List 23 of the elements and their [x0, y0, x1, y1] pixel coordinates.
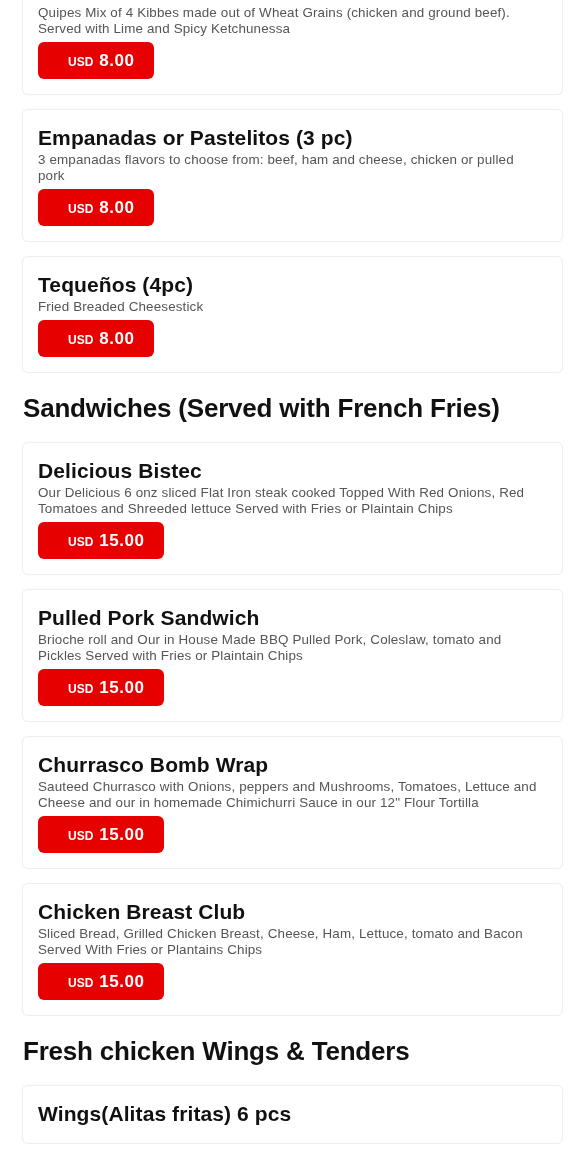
item-title: Empanadas or Pastelitos (3 pc)	[38, 125, 354, 151]
price-button[interactable]: USD 15.00	[38, 522, 165, 559]
item-description: Fried Breaded Cheesestick	[38, 299, 205, 315]
item-title: Pulled Pork Sandwich	[38, 605, 261, 631]
price-button[interactable]: USD 8.00	[38, 320, 155, 357]
item-description: Brioche roll and Our in House Made BBQ Pulled Pork, Coleslaw, tomato and Pickles Served with Fries or Plaintain Chips	[38, 632, 503, 664]
item-description: 3 empanadas flavors to choose from: beef, ham and cheese, chicken or pulled pork	[38, 152, 515, 184]
price-button[interactable]: USD 15.00	[38, 669, 165, 706]
price-button[interactable]: USD 8.00	[38, 42, 155, 79]
price-button[interactable]: USD 15.00	[38, 963, 165, 1000]
section-heading: Fresh chicken Wings & Tenders	[23, 1035, 411, 1068]
item-title: Wings(Alitas fritas) 6 pcs	[38, 1101, 293, 1127]
item-description: Quipes Mix of 4 Kibbes made out of Wheat Grains (chicken and ground beef). Served with Lime and Spicy Ketchunessa	[38, 5, 511, 37]
item-description: Sliced Bread, Grilled Chicken Breast, Cheese, Ham, Lettuce, tomato and Bacon Served With Fries or Plantains Chips	[38, 926, 524, 958]
price-button[interactable]: USD 8.00	[38, 189, 155, 226]
price-button[interactable]: USD 15.00	[38, 816, 165, 853]
item-title: Delicious Bistec	[38, 458, 203, 484]
item-description: Sauteed Churrasco with Onions, peppers and Mushrooms, Tomatoes, Lettuce and Cheese and our in homemade Chimichurri Sauce in our 12" Flour Tortilla	[38, 779, 538, 811]
item-description: Our Delicious 6 onz sliced Flat Iron steak cooked Topped With Red Onions, Red Tomatoes and Shreeded lettuce Served with Fries or Plaintain Chips	[38, 485, 526, 517]
item-title: Churrasco Bomb Wrap	[38, 752, 270, 778]
item-title: Chicken Breast Club	[38, 899, 247, 925]
section-heading: Sandwiches (Served with French Fries)	[23, 392, 501, 425]
item-title: Tequeños (4pc)	[38, 272, 195, 298]
